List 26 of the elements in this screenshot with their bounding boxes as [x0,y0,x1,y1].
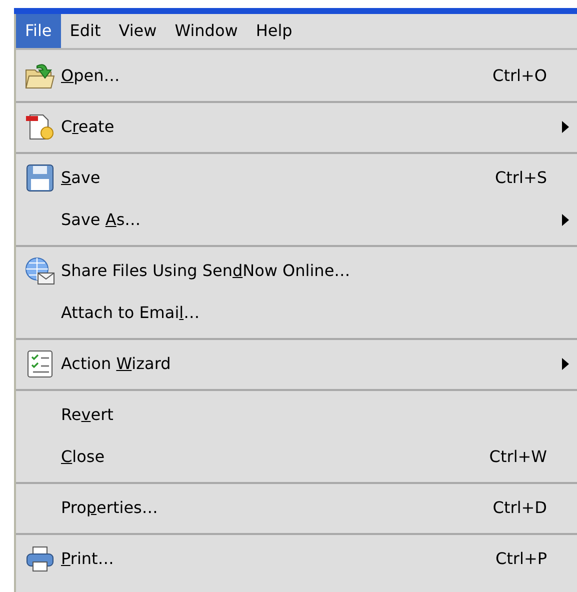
menu-item[interactable]: Properties… [61,496,158,520]
menu-item[interactable]: Print… [61,547,114,571]
menu-item[interactable]: Action Wizard [61,352,171,376]
globe-envelope-icon [25,257,55,285]
menu-item[interactable]: Attach to Email… [61,301,200,325]
shortcut-label: Ctrl+P [495,548,547,570]
menu-bar-item[interactable]: Window [166,14,247,48]
menu-bar-item[interactable]: Edit [60,14,110,48]
menu-item[interactable]: Open… [61,64,120,88]
menu-bar-item[interactable]: Help [246,14,302,48]
menu-item[interactable]: Save As… [61,208,141,232]
menu-item[interactable]: Save [61,166,100,190]
menu-bar-item[interactable]: File [16,14,61,48]
shortcut-label: Ctrl+D [492,497,547,519]
shortcut-label: Ctrl+O [492,65,547,87]
shortcut-label: Ctrl+S [494,167,547,189]
menu-item[interactable]: Revert [61,403,114,427]
shortcut-label: Ctrl+W [489,446,547,468]
menu-bar-item[interactable]: View [110,14,166,48]
document-icon [25,113,55,141]
menu-item[interactable]: Create [61,115,114,139]
checklist-icon [25,350,55,378]
folder-arrow-icon [25,62,55,90]
menu-item[interactable]: Close [61,445,105,469]
menu-item[interactable]: Share Files Using SendNow Online… [61,259,350,283]
printer-icon [25,545,55,573]
